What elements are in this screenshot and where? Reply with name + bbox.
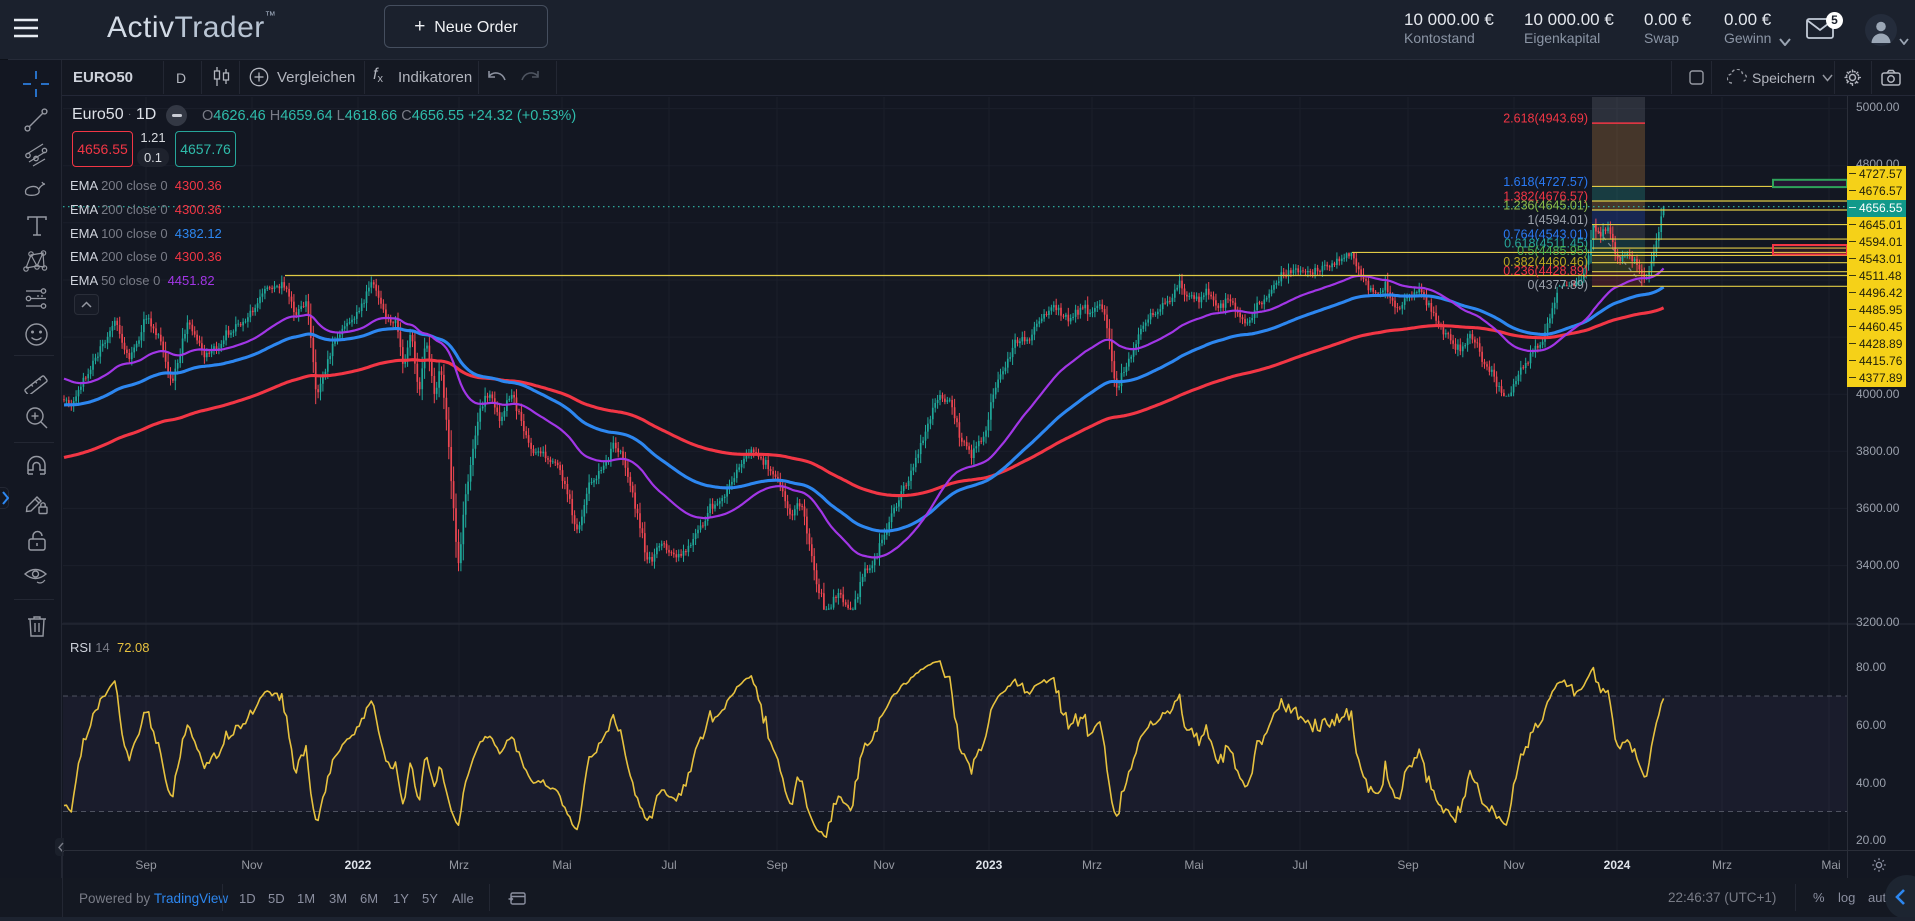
svg-text:1(4594.01): 1(4594.01) (1528, 213, 1588, 227)
svg-text:1.618(4727.57): 1.618(4727.57) (1503, 175, 1588, 189)
svg-text:0.236(4428.89): 0.236(4428.89) (1503, 264, 1588, 278)
svg-text:2.618(4943.69): 2.618(4943.69) (1503, 112, 1588, 126)
svg-text:0(4377.89): 0(4377.89) (1528, 278, 1588, 292)
svg-text:1.236(4645.01): 1.236(4645.01) (1503, 199, 1588, 213)
